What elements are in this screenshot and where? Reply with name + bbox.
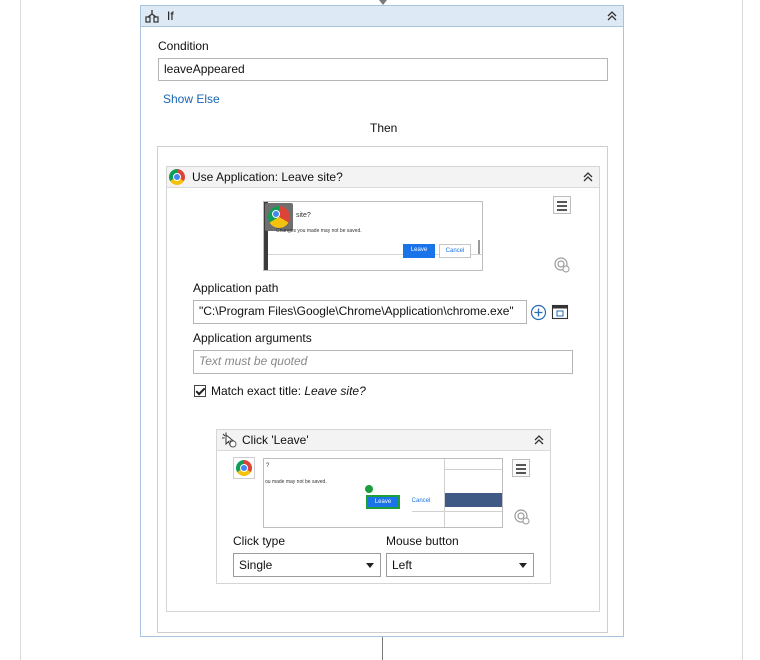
- dialog-message: Changes you made may not be saved.: [276, 228, 362, 234]
- match-exact-title-label: Match exact title: Leave site?: [211, 384, 366, 398]
- dialog-title: ?: [266, 463, 270, 469]
- screenshot-divider: [445, 469, 502, 470]
- condition-input[interactable]: leaveAppeared: [158, 58, 608, 81]
- add-variable-icon[interactable]: [530, 304, 547, 321]
- target-icon[interactable]: [513, 508, 531, 526]
- use-application-title: Use Application: Leave site?: [192, 170, 343, 184]
- screenshot-divider: [412, 511, 502, 512]
- activity-menu-button[interactable]: [553, 196, 571, 214]
- click-activity[interactable]: Click 'Leave' ? ou made may not be saved…: [216, 429, 551, 584]
- mouse-button-value: Left: [392, 558, 413, 572]
- use-application-activity[interactable]: Use Application: Leave site? site? Chang…: [166, 166, 600, 612]
- chevron-down-icon: [519, 563, 527, 568]
- dialog-title: site?: [296, 212, 311, 219]
- if-activity[interactable]: If Condition leaveAppeared Show Else The…: [140, 5, 624, 637]
- match-exact-title-text: Match exact title:: [211, 384, 305, 398]
- application-path-label: Application path: [193, 281, 279, 295]
- target-app-icon: [233, 457, 255, 479]
- application-path-input[interactable]: "C:\Program Files\Google\Chrome\Applicat…: [193, 300, 527, 324]
- chrome-icon: [236, 460, 252, 476]
- click-type-select[interactable]: Single: [233, 553, 381, 577]
- dialog-leave-button: Leave: [366, 495, 400, 509]
- click-activity-icon: [222, 432, 237, 448]
- flow-connector-bottom: [382, 637, 383, 660]
- match-exact-title-value: Leave site?: [304, 384, 366, 398]
- chrome-icon: [169, 169, 185, 185]
- use-application-screenshot[interactable]: site? Changes you made may not be saved.…: [263, 201, 483, 271]
- dialog-cancel-button: Cancel: [411, 498, 431, 504]
- then-label: Then: [370, 121, 398, 135]
- click-activity-header[interactable]: Click 'Leave': [217, 430, 550, 451]
- condition-label: Condition: [158, 39, 209, 53]
- activity-menu-button[interactable]: [512, 459, 530, 477]
- target-icon[interactable]: [553, 256, 571, 274]
- chrome-icon-frame: [265, 203, 293, 231]
- then-container: Use Application: Leave site? site? Chang…: [157, 146, 608, 633]
- use-application-header[interactable]: Use Application: Leave site?: [167, 167, 599, 188]
- if-activity-icon: [145, 10, 159, 23]
- mouse-button-label: Mouse button: [386, 534, 459, 548]
- dialog-leave-button: Leave: [403, 244, 435, 258]
- canvas-guide-left: [20, 0, 21, 660]
- match-exact-title-checkbox[interactable]: [194, 385, 206, 397]
- screenshot-bar: [445, 493, 502, 507]
- click-activity-title: Click 'Leave': [242, 433, 309, 447]
- if-activity-title: If: [167, 9, 174, 23]
- collapse-icon[interactable]: [532, 433, 546, 447]
- collapse-icon[interactable]: [605, 9, 619, 23]
- dialog-cancel-button: Cancel: [439, 244, 471, 258]
- click-type-value: Single: [239, 558, 273, 572]
- mouse-button-select[interactable]: Left: [386, 553, 534, 577]
- click-type-label: Click type: [233, 534, 286, 548]
- click-target-screenshot[interactable]: ? ou made may not be saved. Leave Cancel: [263, 458, 503, 528]
- dialog-message: ou made may not be saved.: [265, 479, 327, 485]
- if-activity-header[interactable]: If: [141, 6, 623, 27]
- canvas-guide-right: [742, 0, 743, 660]
- application-arguments-input[interactable]: Text must be quoted: [193, 350, 573, 374]
- chevron-down-icon: [366, 563, 374, 568]
- collapse-icon[interactable]: [581, 170, 595, 184]
- browse-file-icon[interactable]: [551, 303, 569, 321]
- target-anchor-icon: [365, 485, 373, 493]
- chrome-icon: [268, 206, 290, 228]
- screenshot-scrollbar: [478, 240, 480, 254]
- show-else-link[interactable]: Show Else: [163, 92, 220, 106]
- application-arguments-label: Application arguments: [193, 331, 312, 345]
